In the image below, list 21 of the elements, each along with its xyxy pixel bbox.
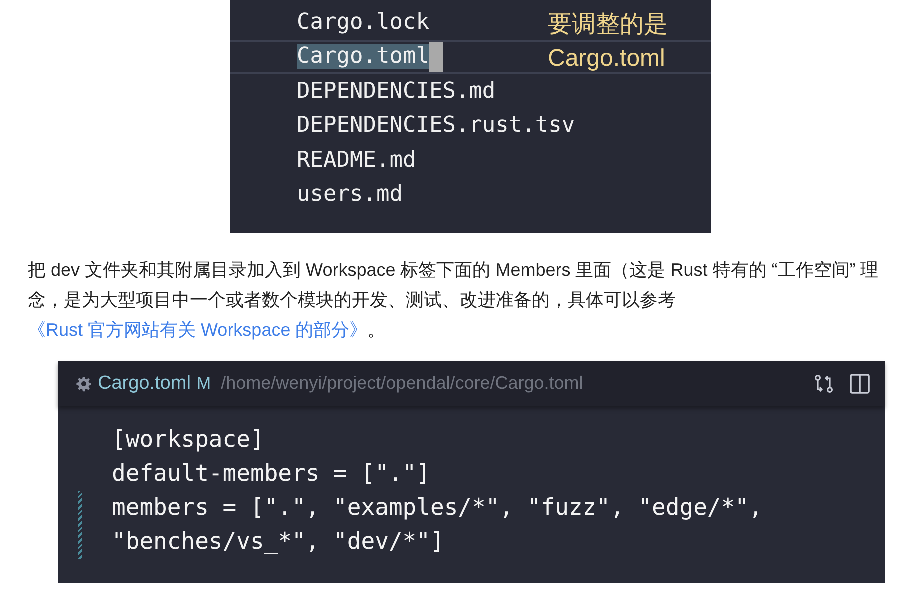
file-name[interactable]: users.md [297,182,403,208]
annotation-text: Cargo.toml [548,44,666,74]
docs-link[interactable]: 《Rust 官方网站有关 Workspace 的部分》 [28,320,368,340]
settings-icon [76,376,92,392]
code-line: [workspace] [112,427,264,453]
code-line: members = [".", "examples/*", "fuzz", "edge/*", [112,495,763,521]
file-name[interactable]: DEPENDENCIES.rust.tsv [297,113,576,138]
split-editor-icon[interactable] [849,372,871,394]
file-name[interactable]: DEPENDENCIES.md [297,78,496,104]
file-name[interactable]: Cargo.lock [297,10,430,35]
code-line: default-members = ["."] [112,461,430,487]
text-cursor [429,42,444,72]
file-name[interactable]: README.md [297,148,416,173]
paragraph: 把 dev 文件夹和其附属目录加入到 Workspace 标签下面的 Members 里面（这是 Rust 特有的 “工作空间” 理念，是为大型项目中一个或者数个模块的开发、测试、改进准备的，具体可以参考 《Rust 官方网站有关 Workspace 的部分》。 [28,259,880,342]
code-line: "benches/vs_*", "dev/*"] [112,529,444,555]
modified-status-label: M [196,374,212,394]
annotation-text: 要调整的是 [548,10,668,40]
file-path: /home/wenyi/project/opendal/core/Cargo.toml [221,373,584,394]
compare-changes-icon[interactable] [813,372,835,394]
file-name[interactable]: Cargo.toml [297,44,430,70]
tab-title[interactable]: Cargo.toml [98,372,191,394]
